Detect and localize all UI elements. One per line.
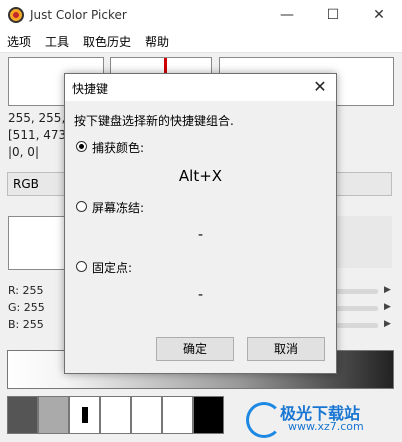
- history-swatch[interactable]: [162, 396, 193, 434]
- color-sample-alt: [336, 216, 392, 268]
- red-channel-label: R: 255: [8, 284, 44, 297]
- history-swatch[interactable]: [69, 396, 100, 434]
- history-swatch[interactable]: [38, 396, 69, 434]
- red-arrow-icon[interactable]: ▶: [384, 285, 391, 295]
- coordinate-readout: [511, 473]: [8, 128, 71, 142]
- watermark: 极光下载站 www.xz7.com: [246, 398, 396, 438]
- shortcut-dialog: 快捷键 ✕ 按下键盘选择新的快捷键组合. 捕获颜色: Alt+X 屏幕冻结: -…: [64, 73, 337, 374]
- fixed-point-label: 固定点:: [92, 261, 133, 275]
- watermark-url: www.xz7.com: [288, 420, 364, 433]
- selected-swatch-marker: [81, 407, 88, 423]
- capture-color-radio[interactable]: [76, 141, 87, 152]
- dialog-title-bar: 快捷键 ✕: [65, 74, 336, 101]
- maximize-button[interactable]: ☐: [310, 0, 356, 30]
- green-arrow-icon[interactable]: ▶: [384, 302, 391, 312]
- capture-color-label: 捕获颜色:: [92, 141, 145, 155]
- blue-channel-label: B: 255: [8, 318, 44, 331]
- watermark-logo-icon: [246, 402, 282, 438]
- menu-help[interactable]: 帮助: [138, 30, 176, 52]
- history-swatch[interactable]: [193, 396, 224, 434]
- crosshair-marker: [164, 58, 167, 74]
- menu-bar: 选项 工具 取色历史 帮助: [0, 30, 402, 53]
- title-bar: Just Color Picker — ☐ ✕: [0, 0, 402, 30]
- menu-history[interactable]: 取色历史: [76, 30, 138, 52]
- history-swatch[interactable]: [131, 396, 162, 434]
- blue-slider[interactable]: [336, 323, 378, 328]
- color-sample: [8, 216, 66, 270]
- screen-freeze-label: 屏幕冻结:: [92, 201, 145, 215]
- red-slider[interactable]: [336, 289, 378, 294]
- cancel-button[interactable]: 取消: [247, 337, 325, 361]
- menu-options[interactable]: 选项: [0, 30, 38, 52]
- color-format-value: RGB: [13, 177, 39, 191]
- screen-freeze-shortcut[interactable]: -: [65, 227, 336, 243]
- green-slider[interactable]: [336, 306, 378, 311]
- blue-arrow-icon[interactable]: ▶: [384, 319, 391, 329]
- window-title: Just Color Picker: [30, 8, 127, 22]
- history-swatch[interactable]: [7, 396, 38, 434]
- history-swatch[interactable]: [100, 396, 131, 434]
- dialog-close-button[interactable]: ✕: [308, 75, 332, 99]
- color-history-row: [7, 396, 224, 434]
- dialog-title: 快捷键: [72, 82, 109, 96]
- ok-button[interactable]: 确定: [156, 337, 234, 361]
- screen-freeze-radio[interactable]: [76, 201, 87, 212]
- fixed-point-shortcut[interactable]: -: [65, 287, 336, 303]
- dialog-instruction: 按下键盘选择新的快捷键组合.: [74, 114, 234, 128]
- minimize-button[interactable]: —: [264, 0, 310, 30]
- app-logo-icon: [8, 7, 24, 23]
- capture-color-shortcut[interactable]: Alt+X: [65, 167, 336, 185]
- menu-tools[interactable]: 工具: [38, 30, 76, 52]
- close-button[interactable]: ✕: [356, 0, 402, 30]
- fixed-point-radio[interactable]: [76, 261, 87, 272]
- green-channel-label: G: 255: [8, 301, 45, 314]
- offset-readout: |0, 0|: [8, 145, 39, 159]
